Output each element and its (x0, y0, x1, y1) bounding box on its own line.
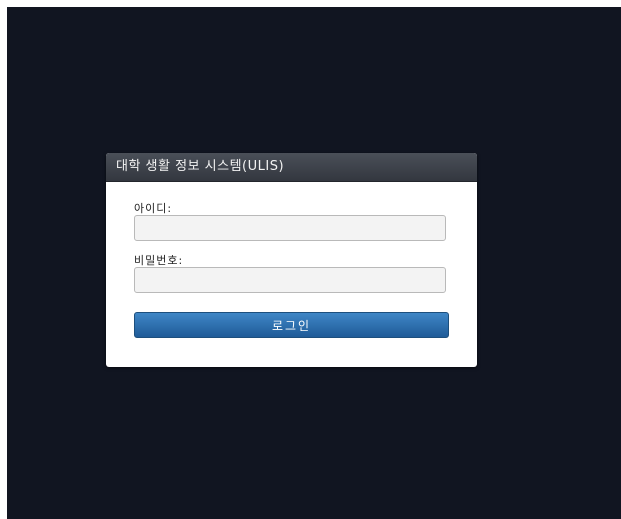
id-input[interactable] (134, 215, 446, 241)
id-label: 아이디: (134, 202, 173, 215)
password-input[interactable] (134, 267, 446, 293)
login-button[interactable]: 로그인 (134, 312, 449, 338)
app-background: 대학 생활 정보 시스템(ULIS) 아이디: 비밀번호: 로그인 (7, 7, 621, 519)
login-panel: 대학 생활 정보 시스템(ULIS) 아이디: 비밀번호: 로그인 (106, 153, 477, 367)
panel-title: 대학 생활 정보 시스템(ULIS) (106, 153, 477, 182)
password-label: 비밀번호: (134, 254, 184, 267)
